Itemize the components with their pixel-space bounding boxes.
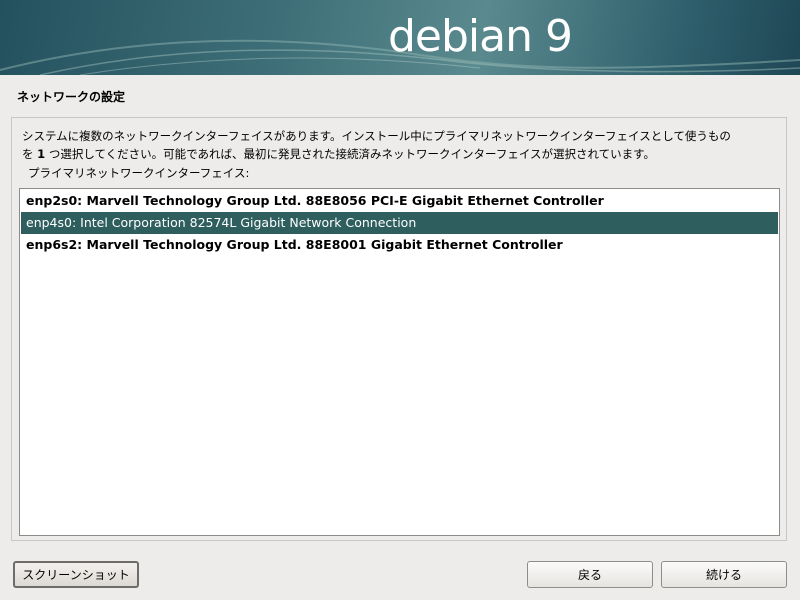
interface-list-label: プライマリネットワークインターフェイス:	[28, 166, 250, 180]
description-line-2: を 1 つ選択してください。可能であれば、最初に発見された接続済みネットワークイ…	[22, 145, 782, 163]
list-item-enp6s2[interactable]: enp6s2: Marvell Technology Group Ltd. 88…	[21, 234, 778, 256]
interface-listbox[interactable]: enp2s0: Marvell Technology Group Ltd. 88…	[19, 188, 780, 536]
description-line-1: システムに複数のネットワークインターフェイスがあります。インストール中にプライマ…	[22, 129, 731, 143]
description-line-2-suffix: つ選択してください。可能であれば、最初に発見された接続済みネットワークインターフ…	[45, 147, 655, 161]
description-number: 1	[37, 147, 46, 161]
list-item-enp4s0[interactable]: enp4s0: Intel Corporation 82574L Gigabit…	[21, 212, 778, 234]
back-button[interactable]: 戻る	[527, 561, 653, 588]
description-text: システムに複数のネットワークインターフェイスがあります。インストール中にプライマ…	[22, 127, 782, 163]
screenshot-button[interactable]: スクリーンショット	[13, 561, 139, 588]
description-line-2-prefix: を	[22, 147, 38, 161]
list-item-enp2s0[interactable]: enp2s0: Marvell Technology Group Ltd. 88…	[21, 190, 778, 212]
continue-button[interactable]: 続ける	[661, 561, 787, 588]
header-banner: debian 9	[0, 0, 800, 75]
debian-logo: debian 9	[388, 11, 573, 62]
page-title: ネットワークの設定	[17, 90, 126, 104]
